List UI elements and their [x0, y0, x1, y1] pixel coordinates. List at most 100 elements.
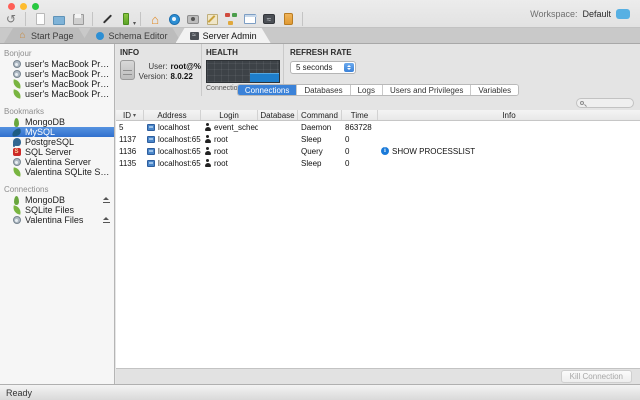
- tab-schema-editor[interactable]: Schema Editor: [82, 28, 182, 43]
- table-row[interactable]: 1136 localhost:65246 root Query 0 iSHOW …: [116, 145, 640, 157]
- column-header-command[interactable]: Command: [298, 110, 342, 120]
- host-icon: [147, 147, 155, 155]
- sidebar-item-sql-server[interactable]: S SQL Server: [0, 147, 114, 157]
- tab-databases[interactable]: Databases: [297, 85, 351, 95]
- sidebar-item-mongodb[interactable]: MongoDB: [0, 117, 114, 127]
- sqlite-icon: [11, 167, 22, 177]
- table-row[interactable]: 1135 localhost:65245 root Sleep 0: [116, 157, 640, 169]
- sidebar-item-bonjour-valentina-ssl[interactable]: user's MacBook Pro Valentina (S...: [0, 59, 114, 69]
- close-window-button[interactable]: [8, 3, 15, 10]
- stepper-icon: [344, 63, 354, 72]
- workspace-indicator: Workspace: Default: [530, 9, 630, 19]
- main-toolbar: ↺ ▾ ⌂ ≈: [4, 11, 305, 27]
- zoom-window-button[interactable]: [32, 3, 39, 10]
- document-tabstrip: ⌂ Start Page Schema Editor ≈ Server Admi…: [0, 28, 640, 44]
- refresh-rate-value: 5 seconds: [296, 63, 333, 72]
- sidebar-item-postgresql[interactable]: PostgreSQL: [0, 137, 114, 147]
- tab-start-page[interactable]: ⌂ Start Page: [4, 28, 88, 43]
- tab-variables[interactable]: Variables: [471, 85, 519, 95]
- user-icon: [204, 147, 211, 155]
- kill-connection-button[interactable]: Kill Connection: [560, 370, 632, 383]
- report-editor-icon[interactable]: [205, 12, 219, 26]
- tab-users-and-privileges[interactable]: Users and Privileges: [382, 85, 472, 95]
- user-value: root@%: [170, 62, 201, 71]
- tab-connections[interactable]: Connections: [237, 85, 298, 95]
- refresh-rate-title: REFRESH RATE: [290, 48, 352, 57]
- info-icon: i: [381, 147, 389, 155]
- sidebar-item-bonjour-sqlite[interactable]: user's MacBook Pro SQLite: [0, 89, 114, 99]
- forms-editor-icon[interactable]: [243, 12, 257, 26]
- table-header: ID ▾ Address Login Database Command Time …: [116, 110, 640, 121]
- new-document-icon[interactable]: [33, 12, 47, 26]
- books-icon[interactable]: [281, 12, 295, 26]
- workspace-label: Workspace:: [530, 9, 578, 19]
- valentina-icon: [12, 216, 21, 225]
- search-icon: [580, 101, 584, 105]
- home-icon: ⌂: [19, 30, 26, 41]
- table-row[interactable]: 1137 localhost:65247 root Sleep 0: [116, 133, 640, 145]
- sidebar-item-sqlite-files[interactable]: SQLite Files: [0, 205, 114, 215]
- diagram-editor-icon[interactable]: [224, 12, 238, 26]
- connect-pen-icon[interactable]: [100, 12, 114, 26]
- table-row[interactable]: 5 localhost event_scheduler Daemon 86372…: [116, 121, 640, 133]
- sidebar-item-valentina-files[interactable]: Valentina Files: [0, 215, 114, 225]
- column-header-database[interactable]: Database: [258, 110, 298, 120]
- tab-label: Schema Editor: [108, 30, 168, 41]
- postgresql-icon: [12, 138, 21, 147]
- eject-icon[interactable]: [103, 216, 110, 224]
- sqlite-icon: [11, 79, 22, 89]
- connections-table: ID ▾ Address Login Database Command Time …: [116, 110, 640, 368]
- toolbar-separator: [302, 12, 303, 26]
- column-header-id[interactable]: ID ▾: [116, 110, 144, 120]
- sqlite-icon: [11, 89, 22, 99]
- connection-usage-chart: [206, 60, 280, 83]
- tab-label: Server Admin: [202, 30, 257, 41]
- health-title: HEALTH: [206, 48, 238, 57]
- user-icon: [204, 135, 211, 143]
- usage-fill: [250, 73, 279, 82]
- toolbar-separator: [140, 12, 141, 26]
- schema-editor-icon[interactable]: [167, 12, 181, 26]
- sql-editor-icon[interactable]: [186, 12, 200, 26]
- refresh-rate-select[interactable]: 5 seconds: [290, 61, 356, 74]
- sidebar: Bonjour user's MacBook Pro Valentina (S.…: [0, 44, 115, 384]
- sidebar-item-bonjour-sqlite-ssl[interactable]: user's MacBook Pro SQLite (SSL): [0, 79, 114, 89]
- toolbar-separator: [92, 12, 93, 26]
- host-icon: [147, 135, 155, 143]
- sidebar-section-connections: Connections: [4, 185, 49, 194]
- column-tool-icon[interactable]: ▾: [119, 12, 136, 27]
- home-icon[interactable]: ⌂: [148, 12, 162, 26]
- column-header-info[interactable]: Info: [378, 110, 640, 120]
- version-value: 8.0.22: [170, 72, 193, 81]
- valentina-icon: [12, 158, 21, 167]
- column-header-login[interactable]: Login: [201, 110, 258, 120]
- sidebar-item-bonjour-valentina[interactable]: user's MacBook Pro Valentina: [0, 69, 114, 79]
- sidebar-item-mysql[interactable]: MySQL: [0, 127, 114, 137]
- minimize-window-button[interactable]: [20, 3, 27, 10]
- version-label: Version:: [138, 72, 168, 81]
- tab-label: Start Page: [31, 30, 74, 41]
- tab-logs[interactable]: Logs: [350, 85, 383, 95]
- sidebar-section-bookmarks: Bookmarks: [4, 107, 45, 116]
- window-controls: [8, 3, 39, 10]
- sidebar-item-valentina-server[interactable]: Valentina Server: [0, 157, 114, 167]
- open-folder-icon[interactable]: [52, 12, 66, 26]
- sidebar-item-valentina-sqlite-server[interactable]: Valentina SQLite Server: [0, 167, 114, 177]
- column-header-address[interactable]: Address: [144, 110, 201, 120]
- eject-icon[interactable]: [103, 196, 110, 204]
- feedback-chat-icon[interactable]: [616, 9, 630, 19]
- body-area: Bonjour user's MacBook Pro Valentina (S.…: [0, 44, 640, 384]
- tab-server-admin[interactable]: ≈ Server Admin: [176, 28, 271, 43]
- sqlite-icon: [11, 205, 22, 215]
- table-footer: Kill Connection: [116, 368, 640, 384]
- user-label: User:: [148, 62, 168, 71]
- app-window: ↺ ▾ ⌂ ≈ Workspace: Default ⌂ Start Page …: [0, 0, 640, 400]
- save-icon[interactable]: [71, 12, 85, 26]
- sidebar-section-bonjour: Bonjour: [4, 49, 32, 58]
- valentina-icon: [12, 60, 21, 69]
- undo-icon[interactable]: ↺: [4, 12, 18, 26]
- server-admin-icon[interactable]: ≈: [262, 12, 276, 26]
- search-input[interactable]: [576, 98, 634, 108]
- sidebar-item-connections-mongodb[interactable]: MongoDB: [0, 195, 114, 205]
- column-header-time[interactable]: Time: [342, 110, 378, 120]
